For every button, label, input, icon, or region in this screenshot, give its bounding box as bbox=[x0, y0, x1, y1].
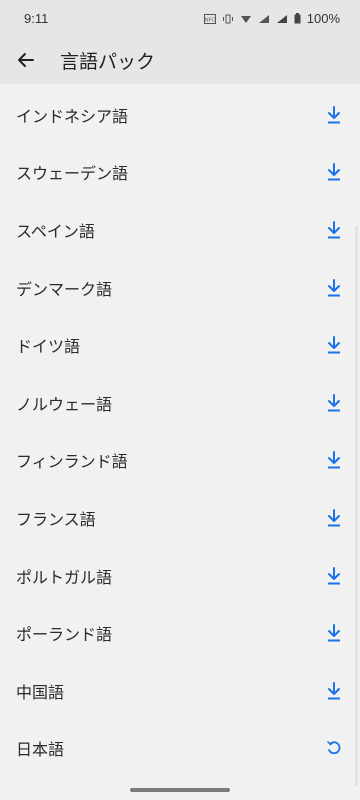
language-label: フィンランド語 bbox=[16, 452, 128, 472]
language-label: ポーランド語 bbox=[16, 625, 113, 645]
nfc-icon: NFC bbox=[203, 13, 216, 24]
language-item-norwegian[interactable]: ノルウェー語 bbox=[0, 374, 360, 432]
download-button[interactable] bbox=[324, 278, 344, 298]
download-icon bbox=[328, 393, 340, 412]
vibrate-icon bbox=[222, 14, 233, 23]
language-item-french[interactable]: フランス語 bbox=[0, 489, 360, 547]
language-item-polish[interactable]: ポーランド語 bbox=[0, 604, 360, 662]
language-item-portuguese[interactable]: ポルトガル語 bbox=[0, 547, 360, 605]
download-button[interactable] bbox=[324, 681, 344, 701]
data-saver-icon bbox=[240, 15, 251, 23]
signal-icon bbox=[276, 14, 287, 23]
language-label: 日本語 bbox=[16, 740, 65, 760]
battery-icon bbox=[294, 13, 301, 24]
language-item-indonesian[interactable]: インドネシア語 bbox=[0, 86, 360, 144]
download-button[interactable] bbox=[324, 508, 344, 528]
home-indicator[interactable] bbox=[130, 788, 230, 792]
language-item-finnish[interactable]: フィンランド語 bbox=[0, 432, 360, 490]
download-icon bbox=[328, 220, 340, 239]
language-label: インドネシア語 bbox=[16, 106, 129, 126]
back-button[interactable] bbox=[10, 44, 42, 76]
download-button[interactable] bbox=[324, 220, 344, 240]
language-label: ポルトガル語 bbox=[16, 567, 113, 587]
download-icon bbox=[328, 163, 340, 181]
language-label: フランス語 bbox=[16, 509, 96, 529]
language-label: スウェーデン語 bbox=[16, 164, 129, 184]
language-label: 中国語 bbox=[16, 682, 65, 702]
language-label: デンマーク語 bbox=[16, 279, 113, 299]
page-title: 言語パック bbox=[60, 51, 156, 73]
download-icon bbox=[328, 336, 340, 354]
language-item-chinese[interactable]: 中国語 bbox=[0, 662, 360, 720]
language-list: インドネシア語 スウェーデン語 スペイン語 デンマーク語 ドイツ語 ノルウェー語 bbox=[0, 86, 360, 777]
svg-text:NFC: NFC bbox=[205, 17, 216, 23]
download-icon bbox=[328, 278, 340, 297]
language-label: ドイツ語 bbox=[16, 337, 81, 357]
language-label: ノルウェー語 bbox=[16, 394, 113, 414]
language-item-german[interactable]: ドイツ語 bbox=[0, 316, 360, 374]
scrollbar[interactable] bbox=[355, 226, 358, 786]
language-item-swedish[interactable]: スウェーデン語 bbox=[0, 144, 360, 202]
app-bar: 言語パック bbox=[0, 36, 360, 84]
refresh-icon bbox=[327, 741, 341, 755]
download-icon bbox=[328, 566, 340, 585]
language-item-danish[interactable]: デンマーク語 bbox=[0, 259, 360, 317]
download-button[interactable] bbox=[324, 335, 344, 355]
back-arrow-icon bbox=[18, 53, 34, 67]
language-item-japanese[interactable]: 日本語 bbox=[0, 720, 360, 778]
status-icons: NFC 100% bbox=[203, 11, 340, 26]
download-icon bbox=[328, 624, 340, 642]
download-icon bbox=[328, 105, 340, 124]
download-icon bbox=[328, 451, 340, 469]
status-bar: 9:11 NFC 100% bbox=[0, 0, 360, 36]
download-button[interactable] bbox=[324, 623, 344, 643]
refresh-button[interactable] bbox=[324, 738, 344, 758]
language-item-spanish[interactable]: スペイン語 bbox=[0, 201, 360, 259]
language-label: スペイン語 bbox=[16, 221, 95, 241]
battery-percentage: 100% bbox=[306, 11, 340, 26]
download-icon bbox=[328, 681, 340, 700]
download-button[interactable] bbox=[324, 162, 344, 182]
download-button[interactable] bbox=[324, 450, 344, 470]
download-icon bbox=[328, 508, 340, 527]
status-time: 9:11 bbox=[24, 11, 49, 26]
download-button[interactable] bbox=[324, 566, 344, 586]
signal-4g-icon bbox=[258, 14, 269, 23]
download-button[interactable] bbox=[324, 393, 344, 413]
download-button[interactable] bbox=[324, 105, 344, 125]
